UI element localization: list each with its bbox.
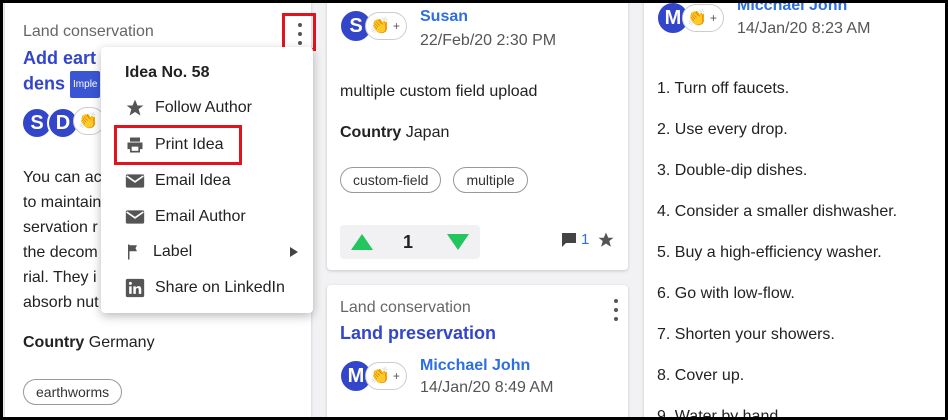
body-line: servation r — [23, 219, 98, 236]
tag-earthworms[interactable]: earthworms — [23, 379, 123, 405]
post-date: 14/Jan/20 8:23 AM — [737, 20, 871, 37]
body-line: to maintain — [23, 194, 102, 211]
menu-item-label-submenu[interactable]: Label — [125, 240, 192, 264]
idea-card-susan: S 👏 + Susan 22/Feb/20 2:30 PM multiple c… — [327, 3, 628, 270]
status-badge: Imple — [70, 71, 101, 98]
list-item: 1. Turn off faucets. — [657, 80, 790, 97]
reaction-button[interactable]: 👏 + — [682, 4, 724, 32]
post-date: 14/Jan/20 8:49 AM — [420, 379, 554, 396]
clap-icon: 👏 — [370, 18, 390, 35]
voter-avatars: S D 👏 — [21, 107, 105, 139]
idea-card-water-tips: M 👏 + Micchael John 14/Jan/20 8:23 AM 1.… — [644, 3, 945, 420]
comment-count[interactable]: 1 — [561, 231, 589, 248]
vote-count: 1 — [403, 232, 414, 252]
body-line: rial. They i — [23, 269, 97, 286]
menu-item-label: Email Author — [155, 208, 246, 225]
tag-list: custom-field multiple — [340, 167, 528, 193]
flag-icon — [128, 244, 137, 260]
list-item: 2. Use every drop. — [657, 121, 788, 138]
more-options-icon[interactable] — [613, 299, 619, 321]
tag-custom-field[interactable]: custom-field — [340, 167, 442, 193]
list-item: 6. Go with low-flow. — [657, 285, 795, 302]
author-name[interactable]: Micchael John — [420, 357, 530, 375]
post-date: 22/Feb/20 2:30 PM — [420, 32, 557, 49]
idea-category: Land conservation — [340, 299, 471, 316]
author-row: M 👏 + — [339, 359, 407, 393]
more-options-highlight — [282, 13, 316, 51]
menu-item-share-linkedin[interactable]: Share on LinkedIn — [125, 276, 285, 300]
idea-context-menu: Idea No. 58 Follow Author Print Idea Ema… — [101, 47, 313, 313]
print-idea-highlight — [114, 125, 242, 165]
downvote-icon[interactable] — [447, 234, 469, 250]
menu-item-email-author[interactable]: Email Author — [125, 205, 246, 229]
idea-body: You can ac to maintain servation r the d… — [23, 165, 103, 315]
list-item: 9. Water by hand. — [657, 408, 783, 420]
upvote-icon[interactable] — [351, 234, 373, 250]
envelope-icon — [125, 210, 145, 224]
idea-title-line2: dens — [23, 73, 66, 94]
reaction-button[interactable]: 👏 + — [365, 362, 407, 390]
author-row: M 👏 + — [656, 3, 724, 35]
star-icon — [126, 99, 144, 116]
country-value: Japan — [405, 124, 450, 141]
water-tips-list: 1. Turn off faucets. 2. Use every drop. … — [657, 68, 898, 420]
country-value: Germany — [88, 334, 155, 351]
idea-title-line1: Add eart — [23, 48, 97, 68]
author-name[interactable]: Micchael John — [737, 3, 847, 15]
clap-icon: 👏 — [687, 10, 707, 27]
comment-icon — [562, 232, 576, 247]
reaction-button[interactable]: 👏 + — [365, 12, 407, 40]
idea-title[interactable]: Land preservation — [340, 321, 496, 346]
add-reaction-icon: + — [392, 19, 400, 33]
clap-icon: 👏 — [370, 368, 390, 385]
clap-icon: 👏 — [78, 113, 98, 130]
vote-box: 1 — [340, 225, 480, 259]
body-line: You can ac — [23, 169, 102, 186]
menu-header: Idea No. 58 — [125, 64, 210, 81]
author-name[interactable]: Susan — [420, 8, 468, 26]
add-reaction-icon: + — [709, 11, 717, 25]
country-label: Country — [340, 124, 402, 141]
menu-item-email-idea[interactable]: Email Idea — [125, 169, 231, 193]
idea-board: Land conservation Add eart dens Imple S … — [0, 0, 948, 420]
country-field: Country Germany — [23, 330, 155, 355]
menu-item-label: Share on LinkedIn — [155, 279, 285, 296]
country-label: Country — [23, 334, 85, 351]
body-line: absorb nut — [23, 294, 99, 311]
list-item: 8. Cover up. — [657, 367, 745, 384]
menu-item-label: Email Idea — [155, 172, 231, 189]
menu-item-label: Follow Author — [155, 99, 252, 116]
idea-body: multiple custom field upload — [340, 83, 538, 100]
idea-card-land-preservation: Land conservation Land preservation M 👏 … — [327, 285, 628, 417]
envelope-icon — [125, 174, 145, 188]
add-reaction-icon: + — [392, 369, 400, 383]
list-item: 4. Consider a smaller dishwasher. — [657, 203, 898, 220]
chevron-right-icon — [290, 247, 298, 257]
menu-item-follow-author[interactable]: Follow Author — [125, 96, 252, 120]
comment-count-value: 1 — [581, 231, 590, 248]
list-item: 5. Buy a high-efficiency washer. — [657, 244, 882, 261]
idea-category: Land conservation — [23, 23, 154, 40]
list-item: 7. Shorten your showers. — [657, 326, 835, 343]
star-icon[interactable] — [597, 231, 615, 249]
author-row: S 👏 + — [339, 9, 407, 43]
list-item: 3. Double-dip dishes. — [657, 162, 808, 179]
menu-item-label: Label — [153, 243, 193, 260]
tag-multiple[interactable]: multiple — [453, 167, 528, 193]
body-line: the decom — [23, 244, 98, 261]
country-field: Country Japan — [340, 120, 449, 145]
linkedin-icon — [125, 278, 145, 298]
